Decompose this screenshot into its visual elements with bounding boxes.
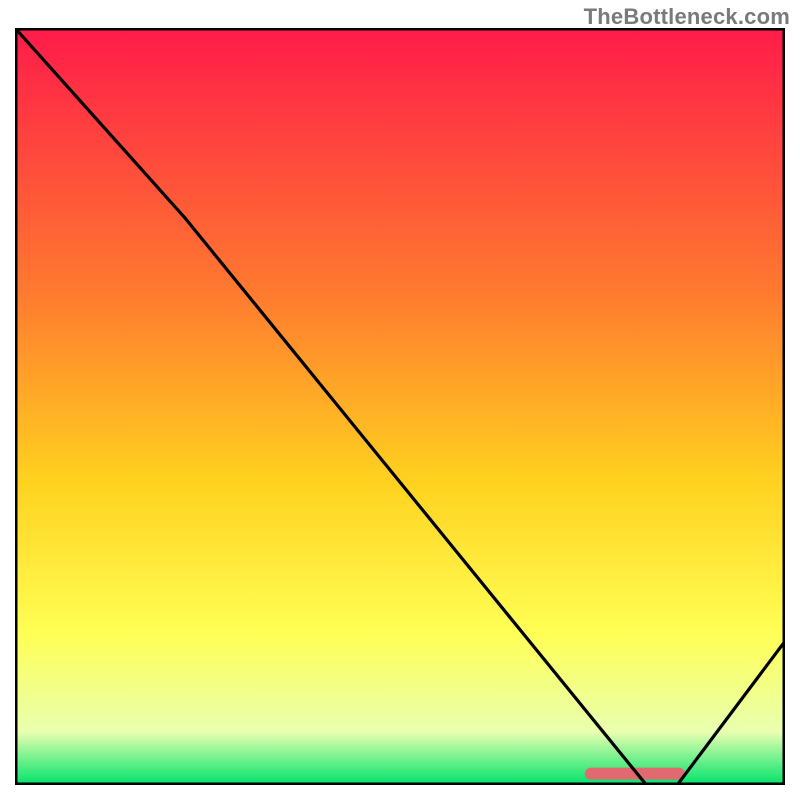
gradient-background (15, 28, 785, 785)
chart-stage: TheBottleneck.com (0, 0, 800, 800)
plot-area (15, 28, 785, 785)
watermark-text: TheBottleneck.com (584, 4, 790, 30)
chart-svg (15, 28, 785, 785)
